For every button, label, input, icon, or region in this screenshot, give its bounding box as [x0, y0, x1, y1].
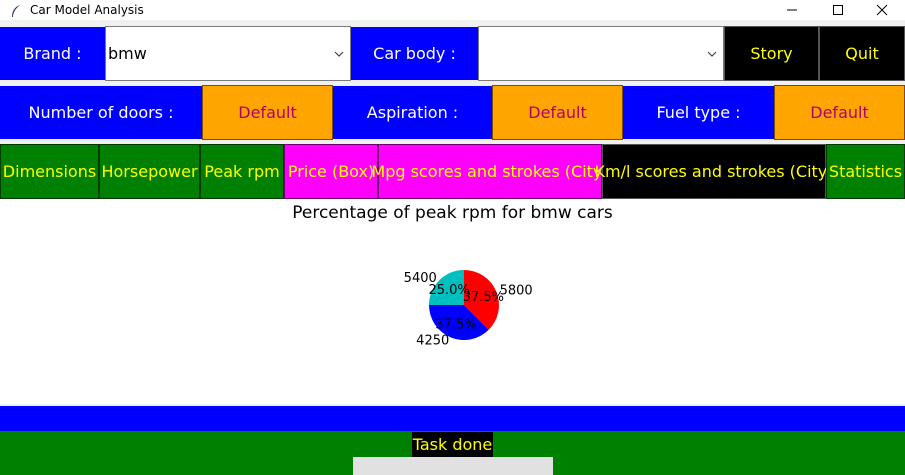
doors-label: Number of doors :	[0, 86, 202, 139]
brand-value: bmw	[108, 44, 147, 63]
status-label: Task done	[412, 432, 493, 457]
feather-icon	[10, 3, 22, 17]
minimize-icon[interactable]	[769, 0, 815, 20]
window-title: Car Model Analysis	[30, 3, 144, 17]
car-body-label: Car body :	[351, 27, 478, 80]
brand-combobox[interactable]: bmw	[105, 26, 351, 81]
tab-kml-scores[interactable]: Km/l scores and strokes (City)	[594, 144, 834, 199]
fuel-type-label: Fuel type :	[623, 86, 774, 139]
pie-percent-label: 37.5%	[435, 317, 476, 332]
tab-peak-rpm[interactable]: Peak rpm	[200, 144, 284, 199]
quit-button[interactable]: Quit	[819, 26, 905, 81]
tab-price-box[interactable]: Price (Box)	[284, 144, 378, 199]
pie-category-label: 4250	[416, 334, 449, 349]
pie-category-label: 5400	[404, 271, 437, 286]
fuel-type-button[interactable]: Default	[774, 85, 905, 140]
story-button[interactable]: Story	[724, 26, 819, 81]
close-icon[interactable]	[859, 0, 905, 20]
aspiration-button[interactable]: Default	[492, 85, 623, 140]
pie-category-label: 5800	[500, 283, 533, 298]
brand-label: Brand :	[0, 27, 105, 80]
maximize-icon[interactable]	[815, 0, 861, 20]
progress-box	[353, 457, 553, 475]
doors-button[interactable]: Default	[202, 85, 333, 140]
chevron-down-icon[interactable]	[334, 27, 344, 80]
tab-mpg-scores[interactable]: Mpg scores and strokes (City)	[371, 144, 609, 199]
car-body-combobox[interactable]	[478, 26, 724, 81]
tab-dimensions[interactable]: Dimensions	[0, 144, 99, 199]
aspiration-label: Aspiration :	[333, 86, 492, 139]
blue-status-bar	[0, 406, 905, 431]
tab-horsepower[interactable]: Horsepower	[99, 144, 200, 199]
tab-statistics[interactable]: Statistics	[826, 144, 905, 199]
pie-chart: 37.5%580037.5%425025.0%5400	[404, 270, 533, 349]
chevron-down-icon[interactable]	[707, 27, 717, 80]
